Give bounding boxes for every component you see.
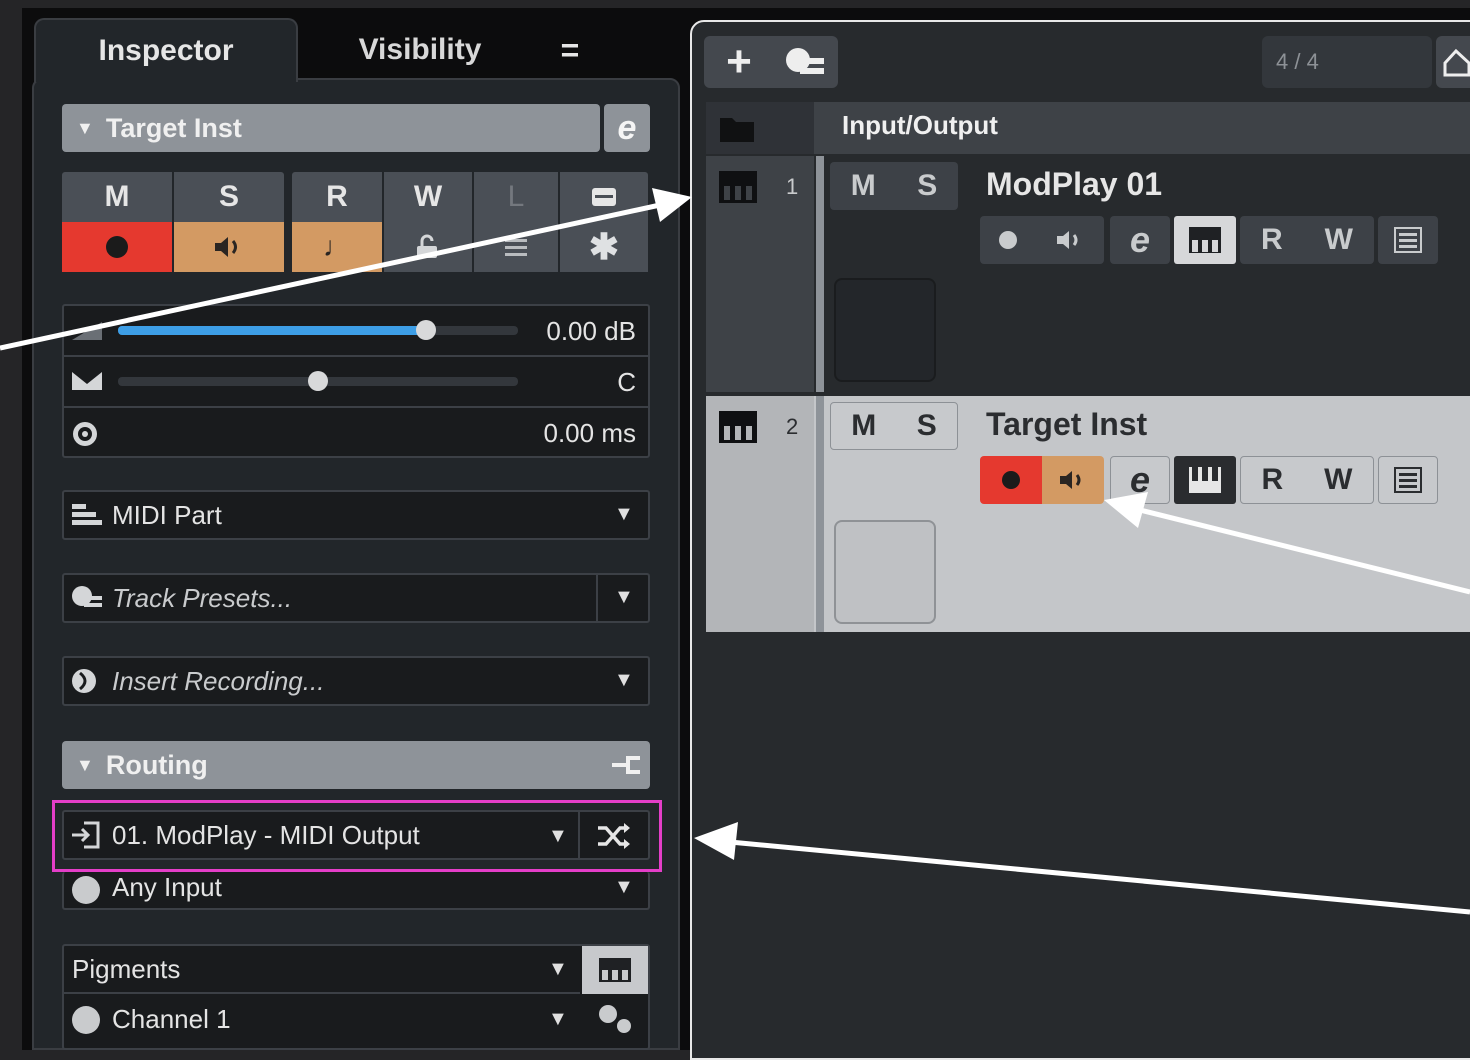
arrow-to-midi-input: [694, 822, 1470, 915]
annotation-arrows: [0, 188, 1470, 915]
arrow-to-track-1: [0, 188, 692, 351]
arrow-to-monitor-button: [1104, 492, 1470, 595]
